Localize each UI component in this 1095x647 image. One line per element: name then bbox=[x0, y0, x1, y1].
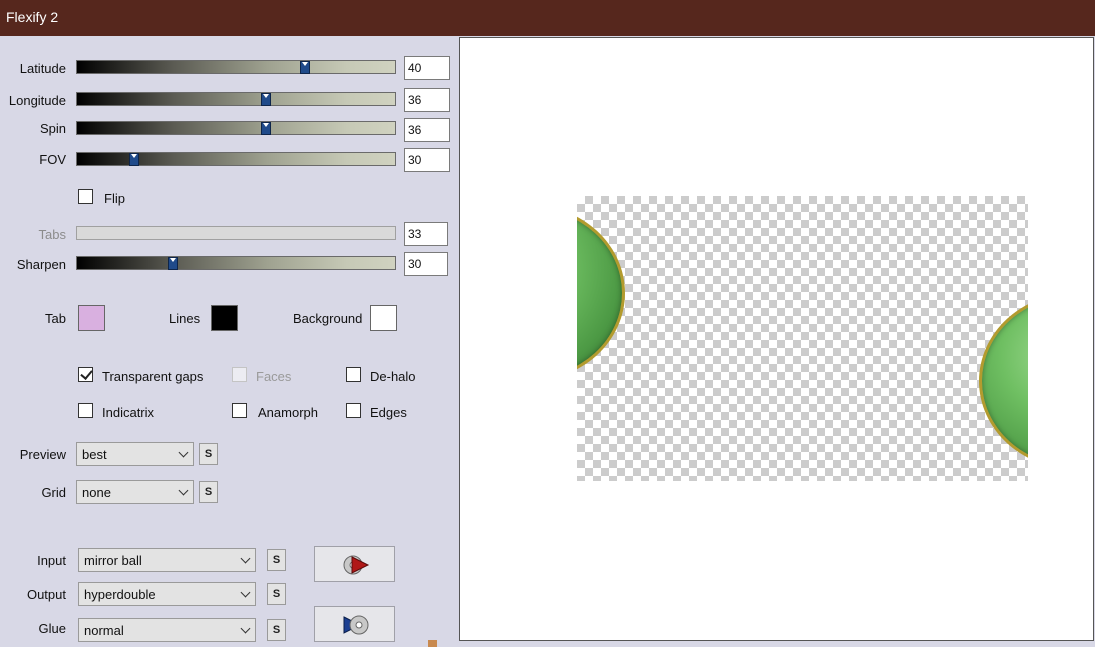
preview-label: Preview bbox=[19, 447, 66, 462]
edges-label: Edges bbox=[370, 405, 407, 420]
sharpen-slider[interactable] bbox=[76, 256, 396, 270]
faces-label: Faces bbox=[256, 369, 292, 384]
grid-select[interactable]: none bbox=[76, 480, 194, 504]
output-select[interactable]: hyperdouble bbox=[78, 582, 256, 606]
anamorph-label: Anamorph bbox=[258, 405, 318, 420]
indicatrix-label: Indicatrix bbox=[102, 405, 155, 420]
tab-color-swatch[interactable] bbox=[78, 305, 105, 331]
longitude-input[interactable]: 36 bbox=[404, 88, 450, 112]
chevron-down-icon bbox=[240, 553, 251, 564]
lines-color-label: Lines bbox=[169, 311, 201, 326]
flip-label: Flip bbox=[104, 191, 125, 206]
chevron-down-icon bbox=[240, 587, 251, 598]
preview-s-button[interactable]: S bbox=[199, 443, 218, 465]
glue-select-value: normal bbox=[84, 623, 124, 638]
grid-label: Grid bbox=[41, 485, 66, 500]
fov-input[interactable]: 30 bbox=[404, 148, 450, 172]
resize-grip[interactable] bbox=[428, 640, 437, 647]
spin-slider[interactable] bbox=[76, 121, 396, 135]
glue-label: Glue bbox=[38, 621, 66, 636]
glue-s-button[interactable]: S bbox=[267, 619, 286, 641]
tab-color-label: Tab bbox=[45, 311, 66, 326]
latitude-slider-thumb[interactable] bbox=[300, 61, 310, 74]
background-color-label: Background bbox=[293, 311, 363, 326]
latitude-label: Latitude bbox=[19, 61, 66, 76]
left-sphere-half bbox=[577, 205, 625, 381]
disc-red-arrow-icon bbox=[343, 555, 370, 575]
spin-slider-thumb[interactable] bbox=[261, 122, 271, 135]
glue-select[interactable]: normal bbox=[78, 618, 256, 642]
transparent-gaps-label: Transparent gaps bbox=[102, 369, 204, 384]
chevron-down-icon bbox=[178, 485, 189, 496]
output-s-button[interactable]: S bbox=[267, 583, 286, 605]
spin-label: Spin bbox=[39, 121, 66, 136]
latitude-input[interactable]: 40 bbox=[404, 56, 450, 80]
anamorph-checkbox[interactable] bbox=[232, 403, 247, 418]
fov-slider[interactable] bbox=[76, 152, 396, 166]
de-halo-label: De-halo bbox=[370, 369, 416, 384]
title-bar: Flexify 2 bbox=[0, 0, 1095, 36]
background-color-swatch[interactable] bbox=[370, 305, 397, 331]
longitude-slider-thumb[interactable] bbox=[261, 93, 271, 106]
latitude-slider[interactable] bbox=[76, 60, 396, 74]
input-s-button[interactable]: S bbox=[267, 549, 286, 571]
sharpen-slider-thumb[interactable] bbox=[168, 257, 178, 270]
window-title: Flexify 2 bbox=[6, 9, 59, 25]
input-preview-button[interactable] bbox=[314, 546, 395, 582]
fov-label: FOV bbox=[39, 152, 66, 167]
chevron-down-icon bbox=[240, 623, 251, 634]
grid-s-button[interactable]: S bbox=[199, 481, 218, 503]
output-preview-button[interactable] bbox=[314, 606, 395, 642]
lines-color-swatch[interactable] bbox=[211, 305, 238, 331]
tabs-input[interactable]: 33 bbox=[404, 222, 448, 246]
tabs-slider bbox=[76, 226, 396, 240]
input-select[interactable]: mirror ball bbox=[78, 548, 256, 572]
indicatrix-checkbox[interactable] bbox=[78, 403, 93, 418]
preview-pane bbox=[459, 37, 1094, 641]
de-halo-checkbox[interactable] bbox=[346, 367, 361, 382]
input-select-value: mirror ball bbox=[84, 553, 142, 568]
preview-select[interactable]: best bbox=[76, 442, 194, 466]
grid-select-value: none bbox=[82, 485, 111, 500]
edges-checkbox[interactable] bbox=[346, 403, 361, 418]
transparent-gaps-checkbox[interactable] bbox=[78, 367, 93, 382]
spin-input[interactable]: 36 bbox=[404, 118, 450, 142]
faces-checkbox bbox=[232, 367, 247, 382]
tabs-label: Tabs bbox=[38, 227, 66, 242]
transparency-checkerboard bbox=[577, 196, 1028, 481]
fov-slider-thumb[interactable] bbox=[129, 153, 139, 166]
input-label: Input bbox=[37, 553, 66, 568]
longitude-label: Longitude bbox=[8, 93, 66, 108]
flip-checkbox[interactable] bbox=[78, 189, 93, 204]
sharpen-input[interactable]: 30 bbox=[404, 252, 448, 276]
right-sphere-half bbox=[979, 293, 1028, 469]
output-label: Output bbox=[26, 587, 66, 602]
disc-blue-arrow-icon bbox=[343, 615, 369, 635]
longitude-slider[interactable] bbox=[76, 92, 396, 106]
output-select-value: hyperdouble bbox=[84, 587, 156, 602]
preview-select-value: best bbox=[82, 447, 107, 462]
sharpen-label: Sharpen bbox=[16, 257, 66, 272]
chevron-down-icon bbox=[178, 447, 189, 458]
